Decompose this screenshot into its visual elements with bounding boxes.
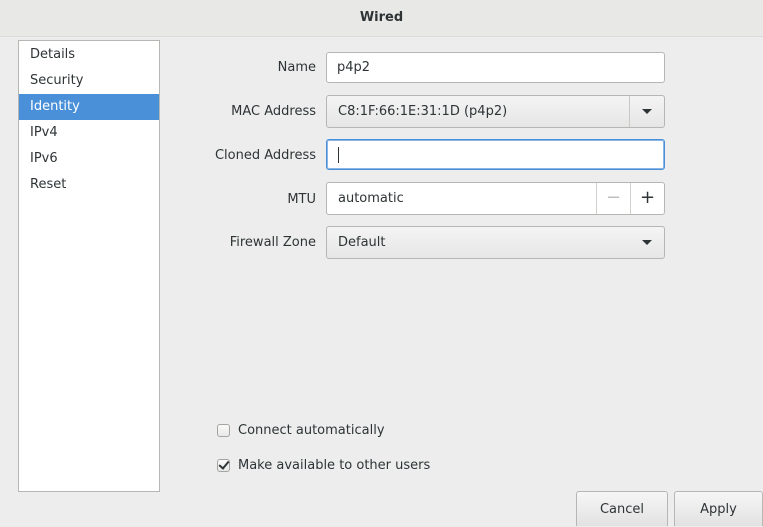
cloned-address-label: Cloned Address	[214, 148, 316, 163]
window-title: Wired	[359, 10, 404, 25]
make-available-label: Make available to other users	[238, 458, 431, 473]
check-icon	[218, 458, 230, 470]
connect-automatically-checkbox[interactable]: Connect automatically	[217, 423, 385, 438]
apply-button[interactable]: Apply	[674, 491, 763, 526]
chevron-down-icon	[642, 240, 652, 245]
firewall-zone-label: Firewall Zone	[229, 235, 316, 250]
name-field[interactable]	[326, 52, 665, 83]
combo-separator	[629, 96, 630, 127]
checkbox-box[interactable]	[217, 458, 230, 472]
mtu-label: MTU	[287, 192, 316, 207]
mac-address-label: MAC Address	[231, 104, 316, 119]
cloned-address-input[interactable]	[337, 140, 637, 169]
text-caret	[338, 147, 339, 163]
firewall-zone-value: Default	[338, 235, 386, 250]
name-input[interactable]	[337, 53, 637, 82]
name-label: Name	[277, 60, 316, 75]
mtu-increment-button[interactable]: +	[630, 183, 664, 214]
mtu-decrement-button[interactable]: −	[596, 183, 630, 214]
cancel-button[interactable]: Cancel	[576, 491, 668, 526]
sidebar-item-ipv4[interactable]: IPv4	[19, 120, 159, 146]
make-available-checkbox[interactable]: Make available to other users	[217, 458, 430, 473]
cloned-address-field[interactable]	[326, 139, 665, 170]
mac-address-value: C8:1F:66:1E:31:1D (p4p2)	[338, 104, 508, 119]
mtu-value[interactable]: automatic	[338, 191, 404, 206]
mtu-spinbutton[interactable]: automatic − +	[326, 182, 665, 215]
firewall-zone-combo[interactable]: Default	[326, 226, 665, 259]
mac-address-combo[interactable]: C8:1F:66:1E:31:1D (p4p2)	[326, 95, 665, 128]
chevron-down-icon[interactable]	[642, 109, 652, 114]
checkbox-box[interactable]	[217, 424, 230, 437]
connect-automatically-label: Connect automatically	[238, 423, 385, 438]
title-bar: Wired	[0, 0, 763, 37]
